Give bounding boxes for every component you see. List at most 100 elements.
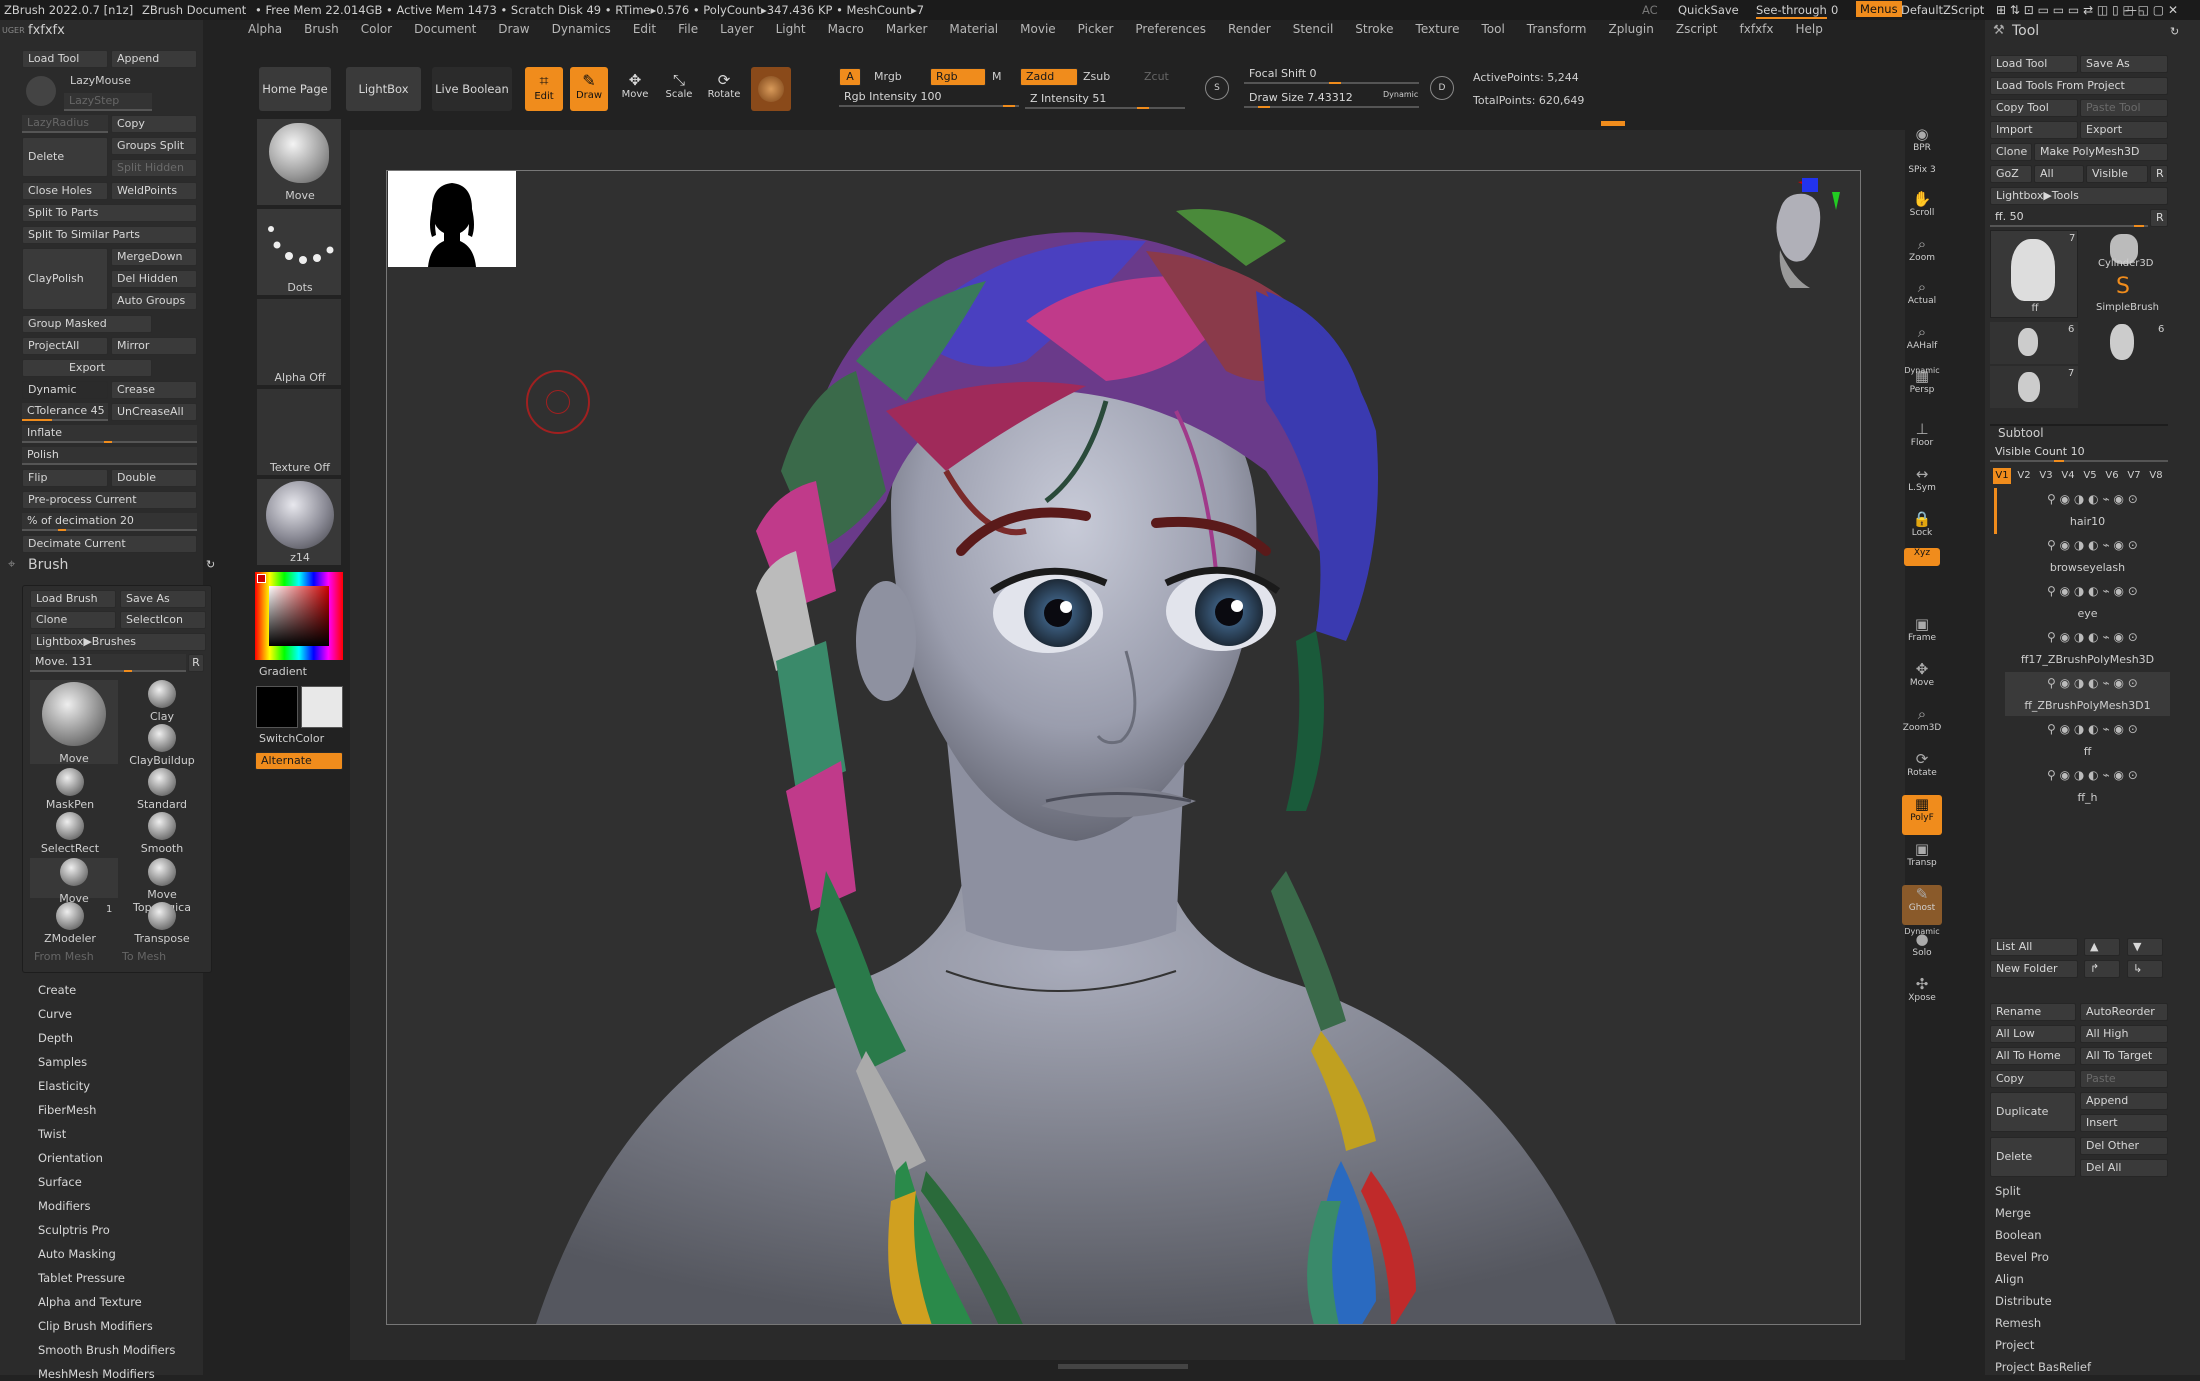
uncreaseall-button[interactable]: UnCreaseAll <box>111 403 197 421</box>
crease-button[interactable]: Crease <box>111 381 197 399</box>
rotate-mode-button[interactable]: ⟳ Rotate <box>705 67 743 111</box>
zsub-button[interactable]: Zsub <box>1083 70 1110 83</box>
arrow-down-right-icon[interactable]: ↳ <box>2127 960 2163 978</box>
edit-mode-button[interactable]: ⌗ Edit <box>525 67 563 111</box>
del-hidden-button[interactable]: Del Hidden <box>111 270 197 288</box>
subtool-copy-button[interactable]: Copy <box>1990 1070 2076 1088</box>
shelf-aahalf[interactable]: ⌕ AAHalf <box>1902 323 1942 363</box>
subtool-row-eye[interactable]: ⚲ ◉ ◑ ◐ ⌁ ◉ ⊙ eye <box>2005 580 2170 624</box>
subtool-row-ff-zbrushpolymesh3d1[interactable]: ⚲ ◉ ◑ ◐ ⌁ ◉ ⊙ ff_ZBrushPolyMesh3D1 <box>2005 672 2170 716</box>
shelf-actual[interactable]: ⌕ Actual <box>1902 278 1942 318</box>
subtool-row-ff17-zbrushpolymesh3d[interactable]: ⚲ ◉ ◑ ◐ ⌁ ◉ ⊙ ff17_ZBrushPolyMesh3D <box>2005 626 2170 670</box>
mergedown-button[interactable]: MergeDown <box>111 248 197 266</box>
lazymouse-icon[interactable] <box>26 76 56 106</box>
menu-file[interactable]: File <box>678 22 698 36</box>
menu-dynamics[interactable]: Dynamics <box>552 22 611 36</box>
all-to-target-button[interactable]: All To Target <box>2080 1047 2168 1065</box>
brush-section-sculptris-pro[interactable]: Sculptris Pro <box>38 1223 110 1237</box>
all-low-button[interactable]: All Low <box>1990 1025 2076 1043</box>
minimize-icon[interactable]: — <box>2125 3 2137 17</box>
shelf-xyz[interactable]: Xyz <box>1904 548 1940 566</box>
shelf-xpose[interactable]: ✣ Xpose <box>1902 975 1942 1015</box>
subtool-section-align[interactable]: Align <box>1995 1272 2024 1286</box>
canvas-resize-handle[interactable] <box>1601 121 1625 126</box>
autoreorder-button[interactable]: AutoReorder <box>2080 1003 2168 1021</box>
shelf-zoom[interactable]: ⌕ Zoom <box>1902 235 1942 275</box>
menu-render[interactable]: Render <box>1228 22 1271 36</box>
shelf-polyf[interactable]: ▦ PolyF <box>1902 795 1942 835</box>
lazymouse-label[interactable]: LazyMouse <box>70 74 131 87</box>
decimate-current-button[interactable]: Decimate Current <box>22 535 197 553</box>
mirror-button[interactable]: Mirror <box>111 337 197 355</box>
brush-save-as-button[interactable]: Save As <box>120 590 206 608</box>
rgb-button[interactable]: Rgb <box>930 68 986 86</box>
secondary-color-swatch[interactable] <box>301 686 343 728</box>
ctolerance-slider[interactable]: CTolerance 45 <box>22 403 108 421</box>
menus-button[interactable]: Menus <box>1856 1 1902 17</box>
decimation-slider[interactable]: % of decimation 20 <box>22 513 197 531</box>
menu-stencil[interactable]: Stencil <box>1293 22 1334 36</box>
inflate-slider[interactable]: Inflate <box>22 425 197 443</box>
version-tab-v3[interactable]: V3 <box>2037 468 2055 484</box>
new-folder-button[interactable]: New Folder <box>1990 960 2078 978</box>
subtool-row-ff[interactable]: ⚲ ◉ ◑ ◐ ⌁ ◉ ⊙ ff <box>2005 718 2170 762</box>
brush-section-smooth-brush-modifiers[interactable]: Smooth Brush Modifiers <box>38 1343 175 1357</box>
brush-item-maskpen[interactable]: MaskPen <box>30 768 110 811</box>
shelf-transp[interactable]: ▣ Transp <box>1902 840 1942 880</box>
lightbox-brushes-button[interactable]: Lightbox▶Brushes <box>30 633 206 651</box>
version-tab-v2[interactable]: V2 <box>2015 468 2033 484</box>
menu-light[interactable]: Light <box>776 22 806 36</box>
brush-item-move-topologica[interactable]: Move Topologica <box>122 858 202 914</box>
brush-section-alpha-and-texture[interactable]: Alpha and Texture <box>38 1295 142 1309</box>
load-brush-button[interactable]: Load Brush <box>30 590 116 608</box>
z-intensity-slider[interactable]: Z Intensity 51 <box>1025 91 1185 109</box>
tool-refresh-icon[interactable]: ↻ <box>2170 25 2179 38</box>
main-color-swatch[interactable] <box>256 686 298 728</box>
claypolish-button[interactable]: ClayPolish <box>22 248 108 310</box>
copy-button[interactable]: Copy <box>111 115 197 133</box>
close-holes-button[interactable]: Close Holes <box>22 182 108 200</box>
auto-groups-button[interactable]: Auto Groups <box>111 292 197 310</box>
lazyradius-slider[interactable]: LazyRadius <box>22 115 108 133</box>
brush-section-auto-masking[interactable]: Auto Masking <box>38 1247 116 1261</box>
subtool-title[interactable]: Subtool <box>1998 426 2044 440</box>
brush-item-smooth[interactable]: Smooth <box>122 812 202 855</box>
material-thumb[interactable]: z14 <box>256 478 342 566</box>
del-all-button[interactable]: Del All <box>2080 1159 2168 1177</box>
m-button[interactable]: M <box>992 70 1002 83</box>
weldpoints-button[interactable]: WeldPoints <box>111 182 197 200</box>
brush-section-twist[interactable]: Twist <box>38 1127 66 1141</box>
quicksave-button[interactable]: QuickSave <box>1678 3 1739 17</box>
tool-export-button[interactable]: Export <box>2080 121 2168 139</box>
brush-section-surface[interactable]: Surface <box>38 1175 82 1189</box>
tool-thumb-ff[interactable]: 7 ff <box>1990 230 2078 318</box>
gradient-label[interactable]: Gradient <box>259 665 307 678</box>
shelf-frame[interactable]: ▣ Frame <box>1902 615 1942 655</box>
preprocess-button[interactable]: Pre-process Current <box>22 491 197 509</box>
goz-visible-button[interactable]: Visible <box>2086 165 2148 183</box>
tool-slider[interactable]: ff. 50 <box>1990 209 2148 227</box>
zcut-button[interactable]: Zcut <box>1144 70 1169 83</box>
material-sphere-button[interactable] <box>751 67 791 111</box>
projectall-button[interactable]: ProjectAll <box>22 337 108 355</box>
simplebrush-icon[interactable]: S <box>2116 274 2130 299</box>
brush-section-meshmesh-modifiers[interactable]: MeshMesh Modifiers <box>38 1367 155 1381</box>
canvas-scroll-handle[interactable] <box>1058 1364 1188 1369</box>
from-mesh-button[interactable]: From Mesh <box>34 950 94 963</box>
version-tab-v1[interactable]: V1 <box>1993 468 2011 484</box>
tool-thumb-3[interactable]: 6 <box>2080 322 2168 364</box>
focal-shift-icon[interactable]: S <box>1205 76 1229 100</box>
goz-button[interactable]: GoZ <box>1990 165 2032 183</box>
brush-item-move[interactable]: Move <box>30 680 118 765</box>
brush-palette-title[interactable]: Brush <box>28 557 68 573</box>
stroke-thumb[interactable]: Dots <box>256 208 342 296</box>
switchcolor-button[interactable]: SwitchColor <box>259 732 324 745</box>
subtool-delete-button[interactable]: Delete <box>1990 1137 2076 1177</box>
default-zscript-button[interactable]: DefaultZScript <box>1901 3 1984 17</box>
paste-tool-button[interactable]: Paste Tool <box>2080 99 2168 117</box>
visible-count-slider[interactable]: Visible Count 10 <box>1990 444 2168 462</box>
version-tab-v6[interactable]: V6 <box>2103 468 2121 484</box>
brush-section-tablet-pressure[interactable]: Tablet Pressure <box>38 1271 125 1285</box>
subtool-row-hair10[interactable]: ⚲ ◉ ◑ ◐ ⌁ ◉ ⊙ hair10 <box>2005 488 2170 532</box>
duplicate-button[interactable]: Duplicate <box>1990 1092 2076 1132</box>
